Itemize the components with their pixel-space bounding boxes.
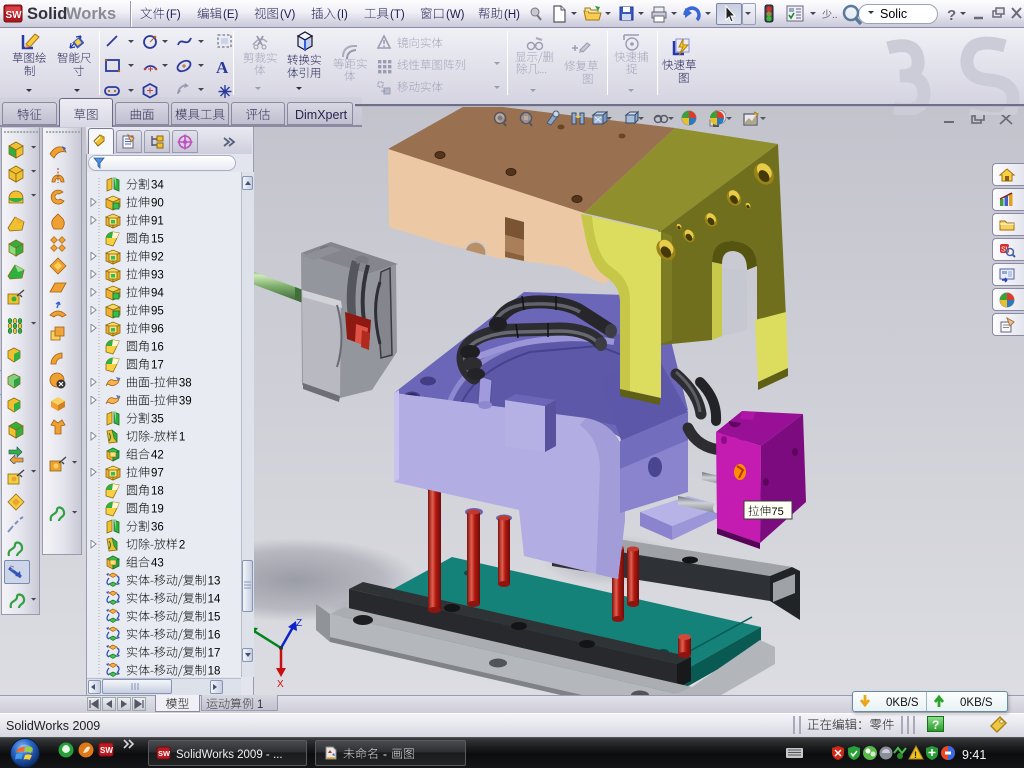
svg-text:SW: SW bbox=[6, 10, 23, 21]
svg-text:A: A bbox=[216, 58, 229, 75]
svg-text:X: X bbox=[277, 679, 284, 690]
svg-text:Z: Z bbox=[296, 618, 302, 629]
svg-text:SW: SW bbox=[100, 746, 113, 755]
svg-text:!: ! bbox=[914, 750, 917, 760]
svg-text:SW: SW bbox=[158, 749, 171, 758]
